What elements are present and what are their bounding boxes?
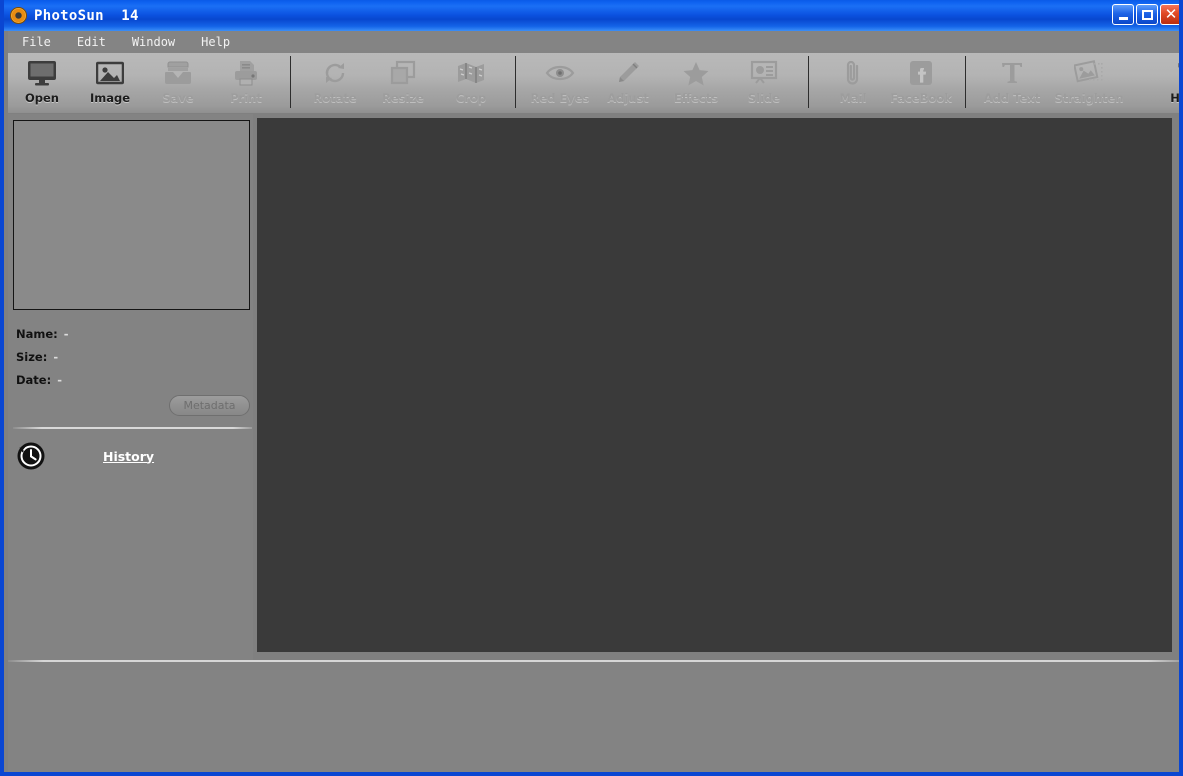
thumbnail-preview[interactable]: [13, 120, 250, 310]
toolbar-group-text: Add Text Straighten: [976, 53, 1130, 113]
rotate-icon: [321, 59, 349, 87]
bottom-status-panel: [8, 662, 1179, 772]
svg-text:?: ?: [1177, 59, 1183, 87]
toolbar-label-facebook: FaceBook: [890, 91, 952, 105]
toolbar-button-resize[interactable]: Resize: [369, 53, 437, 111]
toolbar-label-open: Open: [25, 91, 59, 105]
info-label-date: Date:: [16, 373, 52, 387]
toolbar-button-facebook[interactable]: FaceBook: [887, 53, 955, 111]
info-value-name: -: [63, 327, 69, 341]
info-label-name: Name:: [16, 327, 58, 341]
toolbar-separator-1: [290, 56, 291, 108]
toolbar-button-crop[interactable]: Crop: [437, 53, 505, 111]
toolbar-button-straighten[interactable]: Straighten: [1048, 53, 1130, 111]
toolbar-separator-4: [965, 56, 966, 108]
main-toolbar: Open Image Save Print Rotate Resize Crop…: [8, 53, 1183, 113]
toolbar-button-open[interactable]: Open: [8, 53, 76, 111]
toolbar-label-resize: Resize: [382, 91, 424, 105]
info-row-date: Date: -: [16, 373, 62, 387]
toolbar-group-edit: Red Eyes Adjust Effects Slide: [526, 53, 798, 113]
toolbar-label-print: Print: [230, 91, 262, 105]
toolbar-group-help: ? Help: [1151, 53, 1183, 113]
toolbar-label-adjust: Adjust: [607, 91, 649, 105]
info-row-size: Size: -: [16, 350, 58, 364]
minimize-button[interactable]: [1112, 4, 1134, 25]
metadata-button[interactable]: Metadata: [169, 395, 250, 416]
toolbar-button-help[interactable]: ? Help: [1151, 53, 1183, 111]
toolbar-button-effects[interactable]: Effects: [662, 53, 730, 111]
info-value-date: -: [57, 373, 62, 387]
toolbar-button-rotate[interactable]: Rotate: [301, 53, 369, 111]
toolbar-group-share: Mail FaceBook: [819, 53, 955, 113]
toolbar-label-add-text: Add Text: [983, 91, 1041, 105]
history-clock-icon: [16, 441, 46, 471]
info-label-size: Size:: [16, 350, 48, 364]
toolbar-label-image: Image: [89, 91, 131, 105]
history-link[interactable]: History: [103, 449, 154, 464]
toolbar-button-adjust[interactable]: Adjust: [594, 53, 662, 111]
toolbar-label-straighten: Straighten: [1054, 91, 1124, 105]
menu-item-file[interactable]: File: [22, 35, 51, 49]
info-value-size: -: [53, 350, 59, 364]
toolbar-button-mail[interactable]: Mail: [819, 53, 887, 111]
eye-icon: [545, 59, 575, 87]
toolbar-button-red-eyes[interactable]: Red Eyes: [526, 53, 594, 111]
toolbar-button-print[interactable]: Print: [212, 53, 280, 111]
toolbar-label-help: Help: [1170, 91, 1180, 105]
toolbar-label-rotate: Rotate: [313, 91, 357, 105]
toolbar-separator-2: [515, 56, 516, 108]
toolbar-button-slide[interactable]: Slide: [730, 53, 798, 111]
star-icon: [682, 59, 710, 87]
toolbar-button-add-text[interactable]: Add Text: [976, 53, 1048, 111]
question-mark-icon: ?: [1174, 59, 1183, 87]
window-controls: ✕: [1112, 4, 1179, 25]
toolbar-group-transform: Rotate Resize Crop: [301, 53, 505, 113]
toolbar-group-file: Open Image Save Print: [8, 53, 280, 113]
history-section[interactable]: History: [8, 436, 253, 476]
toolbar-label-red-eyes: Red Eyes: [530, 91, 590, 105]
close-button[interactable]: ✕: [1160, 4, 1179, 25]
info-row-name: Name: -: [16, 327, 69, 341]
facebook-icon: [908, 59, 934, 87]
toolbar-label-effects: Effects: [673, 91, 719, 105]
image-canvas[interactable]: [257, 118, 1172, 652]
sidebar-divider: [13, 427, 252, 429]
resize-icon: [389, 59, 417, 87]
sidebar-panel: Name: - Size: - Date: - Metadata History: [8, 114, 253, 660]
paperclip-icon: [842, 59, 864, 87]
toolbar-separator-3: [808, 56, 809, 108]
photosun-orb-icon: [10, 7, 27, 24]
maximize-icon: [1141, 9, 1153, 20]
menu-bar: File Edit Window Help: [8, 31, 1179, 53]
application-window: PhotoSun 14 ✕ File Edit Window Help Open…: [0, 0, 1183, 776]
toolbar-label-mail: Mail: [839, 91, 867, 105]
straighten-icon: [1074, 59, 1104, 87]
title-bar[interactable]: PhotoSun 14 ✕: [4, 0, 1179, 31]
menu-item-window[interactable]: Window: [132, 35, 175, 49]
slideshow-icon: [749, 59, 779, 87]
pencil-icon: [614, 59, 642, 87]
toolbar-label-crop: Crop: [455, 91, 487, 105]
toolbar-label-slide: Slide: [747, 91, 781, 105]
text-t-icon: [999, 59, 1025, 87]
window-title: PhotoSun 14: [34, 7, 139, 24]
menu-item-help[interactable]: Help: [201, 35, 230, 49]
maximize-button[interactable]: [1136, 4, 1158, 25]
save-tray-icon: [164, 59, 192, 87]
printer-icon: [232, 59, 260, 87]
toolbar-button-save[interactable]: Save: [144, 53, 212, 111]
crop-map-icon: [456, 59, 486, 87]
menu-item-edit[interactable]: Edit: [77, 35, 106, 49]
toolbar-label-save: Save: [162, 91, 194, 105]
toolbar-button-image[interactable]: Image: [76, 53, 144, 111]
picture-icon: [96, 59, 124, 87]
monitor-icon: [27, 59, 57, 87]
minimize-icon: [1118, 16, 1128, 20]
close-icon: ✕: [1164, 4, 1178, 23]
